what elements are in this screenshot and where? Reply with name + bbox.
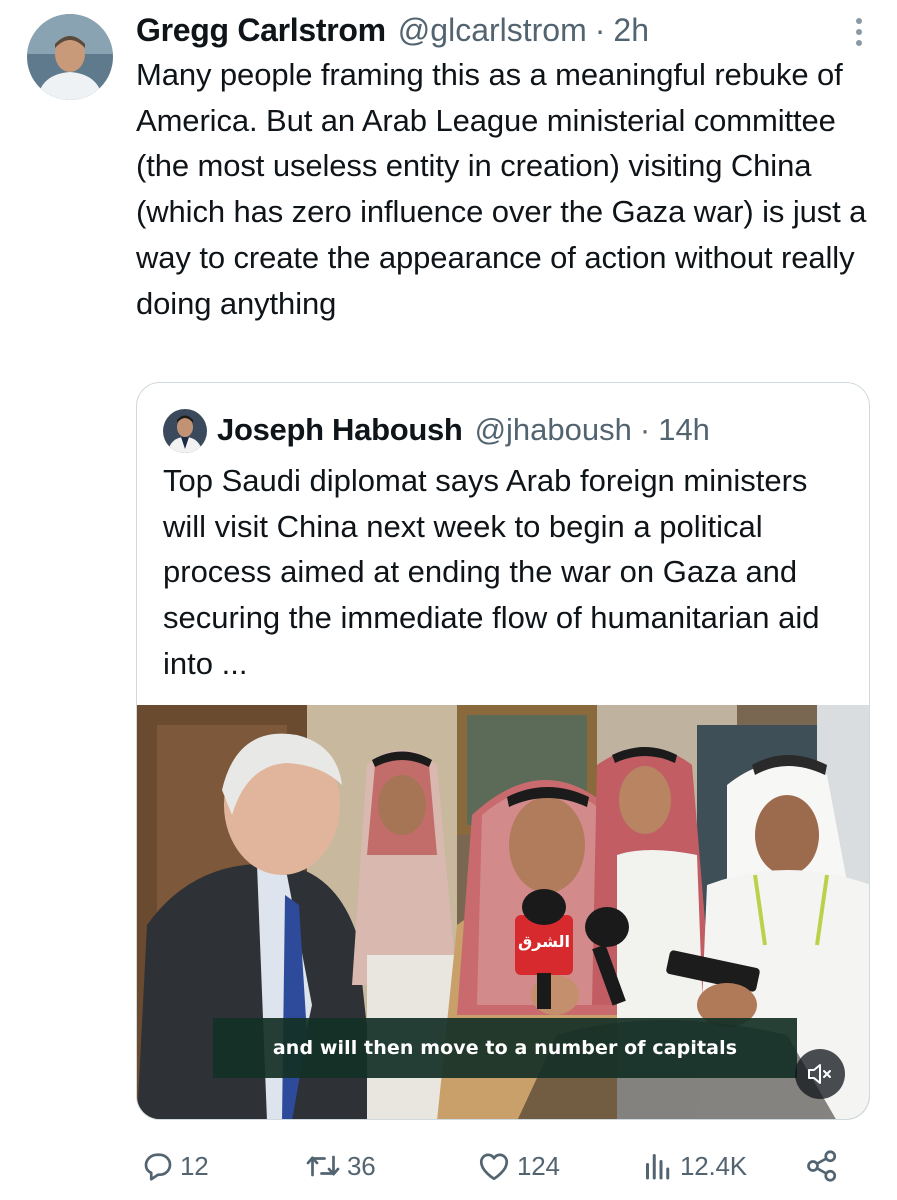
retweet-count: 36	[347, 1150, 376, 1181]
quoted-header-separator: ·	[639, 412, 651, 447]
heart-icon	[475, 1148, 513, 1184]
tweet-header: Gregg Carlstrom @glcarlstrom · 2h	[136, 6, 649, 54]
author-avatar-image	[27, 14, 113, 100]
like-count: 124	[517, 1150, 560, 1181]
retweet-icon	[303, 1148, 343, 1184]
header-separator: ·	[594, 12, 606, 48]
quoted-tweet-timestamp[interactable]: 14h	[658, 407, 710, 453]
video-subtitle: and will then move to a number of capita…	[213, 1018, 797, 1078]
tweet-text: Many people framing this as a meaningful…	[136, 57, 867, 321]
retweet-button[interactable]: 36	[303, 1146, 376, 1186]
quoted-tweet-text: Top Saudi diplomat says Arab foreign min…	[163, 463, 820, 681]
author-display-name[interactable]: Gregg Carlstrom	[136, 6, 386, 54]
reply-button[interactable]: 12	[140, 1146, 209, 1186]
quoted-tweet-card[interactable]: Joseph Haboush @jhaboush · 14h Top Saudi…	[136, 382, 870, 1120]
more-vertical-icon[interactable]	[847, 16, 871, 48]
tweet-action-bar: 12 36 124 12.4K	[0, 1140, 897, 1192]
quoted-author-avatar[interactable]	[163, 409, 207, 453]
quoted-author-display-name[interactable]: Joseph Haboush	[217, 407, 463, 453]
reply-count: 12	[180, 1150, 209, 1181]
share-icon	[804, 1148, 840, 1184]
reply-icon	[140, 1148, 176, 1184]
quoted-author-handle[interactable]: @jhaboush	[475, 407, 632, 453]
volume-muted-icon[interactable]	[795, 1049, 845, 1099]
video-player[interactable]: الشرق and will then move to a number of …	[137, 705, 869, 1119]
views-count: 12.4K	[680, 1150, 747, 1181]
tweet-timestamp[interactable]: 2h	[613, 6, 649, 54]
like-button[interactable]: 124	[475, 1146, 560, 1186]
quoted-tweet-header: Joseph Haboush @jhaboush · 14h	[217, 407, 710, 453]
quoted-author-avatar-image	[163, 409, 207, 453]
mic-logo-text: الشرق	[518, 932, 570, 951]
views-button[interactable]: 12.4K	[640, 1146, 747, 1186]
author-avatar[interactable]	[27, 14, 113, 100]
views-chart-icon	[640, 1148, 676, 1184]
share-button[interactable]	[804, 1146, 840, 1186]
author-handle[interactable]: @glcarlstrom	[398, 6, 587, 54]
